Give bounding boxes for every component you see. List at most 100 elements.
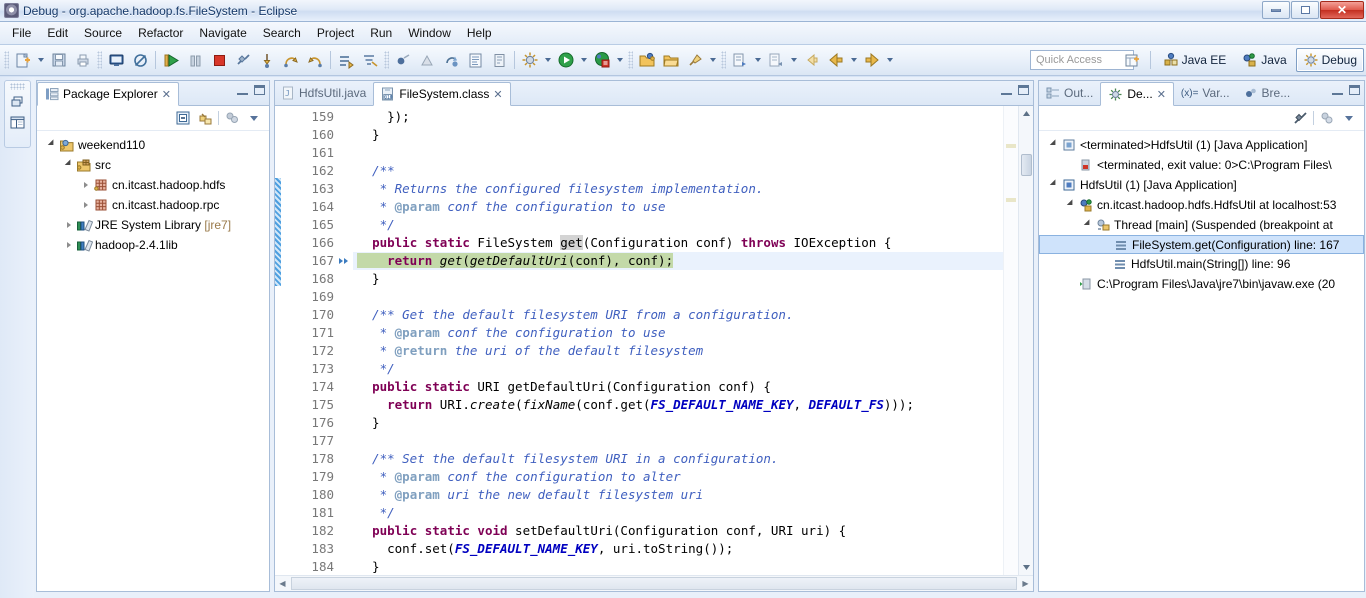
scroll-right-icon[interactable]: ▶ xyxy=(1018,576,1033,591)
twisty-expanded-icon[interactable] xyxy=(1047,175,1060,195)
minimize-button[interactable] xyxy=(1262,1,1290,19)
step-return-icon[interactable] xyxy=(304,49,326,71)
forward-icon[interactable] xyxy=(861,49,883,71)
code-line[interactable]: * Returns the configured filesystem impl… xyxy=(353,180,1003,198)
suspend-icon[interactable] xyxy=(184,49,206,71)
scroll-up-icon[interactable] xyxy=(1019,106,1033,121)
pin-icon[interactable] xyxy=(684,49,706,71)
close-icon[interactable]: ✕ xyxy=(162,88,171,101)
menu-project[interactable]: Project xyxy=(309,23,362,43)
debug-tree-item[interactable]: C:\Program Files\Java\jre7\bin\javaw.exe… xyxy=(1039,274,1364,294)
prev-annotation-icon[interactable] xyxy=(765,49,787,71)
code-line[interactable]: * @return the uri of the default filesys… xyxy=(353,342,1003,360)
view-menu-icon[interactable] xyxy=(245,109,263,127)
editor-vertical-scrollbar[interactable] xyxy=(1018,106,1033,591)
collapse-all-icon[interactable] xyxy=(174,109,192,127)
code-line[interactable]: */ xyxy=(353,360,1003,378)
toolbar-grip-5[interactable] xyxy=(721,51,726,69)
code-line[interactable]: return get(getDefaultUri(conf), conf); xyxy=(353,252,1003,270)
maximize-icon[interactable] xyxy=(254,85,265,95)
back-icon[interactable] xyxy=(801,49,823,71)
code-line[interactable]: */ xyxy=(353,504,1003,522)
code-line[interactable]: public static URI getDefaultUri(Configur… xyxy=(353,378,1003,396)
twisty-collapsed-icon[interactable] xyxy=(79,195,92,215)
step-over-icon[interactable] xyxy=(280,49,302,71)
link-with-editor-icon[interactable] xyxy=(196,109,214,127)
instruction-stepping-icon[interactable] xyxy=(416,49,438,71)
toolbar-grip-2[interactable] xyxy=(97,51,102,69)
run-launch-icon[interactable] xyxy=(555,49,577,71)
code-line[interactable]: * @param conf the configuration to use xyxy=(353,198,1003,216)
debug-tree-item[interactable]: <terminated>HdfsUtil (1) [Java Applicati… xyxy=(1039,135,1364,155)
tab-package-explorer[interactable]: Package Explorer ✕ xyxy=(37,82,179,106)
tree-item-package-rpc[interactable]: cn.itcast.hadoop.rpc xyxy=(37,195,269,215)
next-annotation-dropdown-icon[interactable] xyxy=(752,49,763,71)
save-icon[interactable] xyxy=(48,49,70,71)
twisty-expanded-icon[interactable] xyxy=(62,155,75,175)
print-icon[interactable] xyxy=(72,49,94,71)
code-line[interactable] xyxy=(353,144,1003,162)
code-line[interactable]: } xyxy=(353,126,1003,144)
code-line[interactable]: public static FileSystem get(Configurati… xyxy=(353,234,1003,252)
twisty-expanded-icon[interactable] xyxy=(1047,135,1060,155)
run-launch-dropdown-icon[interactable] xyxy=(578,49,589,71)
console-icon[interactable] xyxy=(105,49,127,71)
code-line[interactable]: * @param uri the new default filesystem … xyxy=(353,486,1003,504)
menu-help[interactable]: Help xyxy=(459,23,500,43)
focus-on-active-task-icon[interactable] xyxy=(223,109,241,127)
editor-horizontal-scrollbar[interactable]: ◀ ▶ xyxy=(275,575,1033,591)
menu-edit[interactable]: Edit xyxy=(39,23,76,43)
debug-tree-item[interactable]: HdfsUtil.main(String[]) line: 96 xyxy=(1039,254,1364,274)
debug-tree-item[interactable]: HdfsUtil (1) [Java Application] xyxy=(1039,175,1364,195)
menu-source[interactable]: Source xyxy=(76,23,130,43)
tab-variables[interactable]: (x)= Var... xyxy=(1174,81,1237,105)
scrollbar-thumb[interactable] xyxy=(1021,154,1032,176)
perspective-java[interactable]: Java xyxy=(1235,48,1293,72)
twisty-expanded-icon[interactable] xyxy=(1064,195,1077,215)
minimize-icon[interactable] xyxy=(1001,85,1012,95)
toggle-breakpoint-icon[interactable] xyxy=(392,49,414,71)
view-menu-icon[interactable] xyxy=(1340,109,1358,127)
relaunch-icon[interactable] xyxy=(1318,109,1336,127)
step-into-icon[interactable] xyxy=(256,49,278,71)
menu-search[interactable]: Search xyxy=(255,23,309,43)
debug-tree-item[interactable]: cn.itcast.hadoop.hdfs.HdfsUtil at localh… xyxy=(1039,195,1364,215)
tree-item-package-hdfs[interactable]: cn.itcast.hadoop.hdfs xyxy=(37,175,269,195)
debug-launch-dropdown-icon[interactable] xyxy=(542,49,553,71)
twisty-collapsed-icon[interactable] xyxy=(79,175,92,195)
code-line[interactable]: /** xyxy=(353,162,1003,180)
tab-breakpoints[interactable]: Bre... xyxy=(1237,81,1298,105)
disconnect-icon[interactable] xyxy=(232,49,254,71)
code-line[interactable]: public static void setDefaultUri(Configu… xyxy=(353,522,1003,540)
tab-hdfsutil-java[interactable]: J HdfsUtil.java xyxy=(275,81,373,105)
horizontal-scrollbar-track[interactable] xyxy=(291,577,1017,590)
close-icon[interactable]: ✕ xyxy=(1157,88,1166,101)
resume-icon[interactable] xyxy=(160,49,182,71)
menu-navigate[interactable]: Navigate xyxy=(191,23,254,43)
debug-tree-item[interactable]: Thread [main] (Suspended (breakpoint at xyxy=(1039,215,1364,235)
code-line[interactable]: } xyxy=(353,414,1003,432)
prev-annotation-dropdown-icon[interactable] xyxy=(788,49,799,71)
tab-debug[interactable]: De... ✕ xyxy=(1100,82,1174,106)
code-line[interactable]: conf.set(FS_DEFAULT_NAME_KEY, uri.toStri… xyxy=(353,540,1003,558)
open-perspective-icon[interactable] xyxy=(1122,49,1144,71)
external-tools-dropdown-icon[interactable] xyxy=(614,49,625,71)
code-line[interactable]: } xyxy=(353,558,1003,576)
tree-item-jre-system-library[interactable]: JRE System Library [jre7] xyxy=(37,215,269,235)
debug-tree-item-selected[interactable]: FileSystem.get(Configuration) line: 167 xyxy=(1039,235,1364,254)
open-task-icon[interactable] xyxy=(488,49,510,71)
new-folder-icon[interactable] xyxy=(636,49,658,71)
menu-run[interactable]: Run xyxy=(362,23,400,43)
code-line[interactable] xyxy=(353,432,1003,450)
source-code[interactable]: }); } /** * Returns the configured files… xyxy=(353,106,1003,591)
code-line[interactable]: * @param conf the configuration to use xyxy=(353,324,1003,342)
twisty-collapsed-icon[interactable] xyxy=(62,215,75,235)
code-line[interactable] xyxy=(353,288,1003,306)
disconnect-icon[interactable] xyxy=(1291,109,1309,127)
perspective-java-ee[interactable]: Java EE xyxy=(1156,48,1234,72)
restore-button[interactable] xyxy=(1291,1,1319,19)
scroll-left-icon[interactable]: ◀ xyxy=(275,576,290,591)
code-line[interactable]: } xyxy=(353,270,1003,288)
next-annotation-icon[interactable] xyxy=(729,49,751,71)
use-step-filters-icon[interactable] xyxy=(359,49,381,71)
